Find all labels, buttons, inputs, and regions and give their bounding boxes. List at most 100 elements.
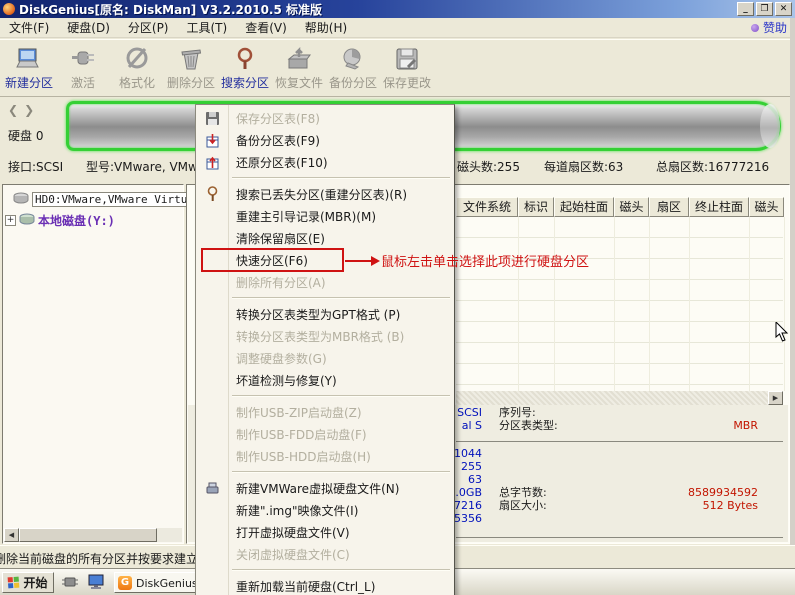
- menu-item-label: 制作USB-HDD启动盘(H): [236, 449, 371, 464]
- menu-partition[interactable]: 分区(P): [119, 19, 178, 37]
- menu-item-label: 还原分区表(F10): [236, 155, 328, 170]
- column-header-end-cylinder[interactable]: 终止柱面: [689, 197, 749, 217]
- annotation-callout: 鼠标左击单击选择此项进行硬盘分区: [345, 251, 589, 270]
- close-button[interactable]: ✕: [775, 2, 792, 16]
- column-header-filesystem[interactable]: 文件系统: [456, 197, 518, 217]
- sponsor-link[interactable]: 赞助: [763, 19, 787, 36]
- column-header-head2[interactable]: 磁头: [749, 197, 784, 217]
- toolbar-button-search-partition[interactable]: 搜索分区: [218, 41, 272, 95]
- restore-button[interactable]: ❐: [756, 2, 773, 16]
- menu-item-open-vhd[interactable]: 打开虚拟硬盘文件(V): [196, 521, 454, 543]
- start-button[interactable]: 开始: [2, 572, 54, 593]
- toolbar-button-save-changes[interactable]: 保存更改: [380, 41, 434, 95]
- next-disk-arrow[interactable]: ❯: [24, 103, 40, 117]
- new-partition-icon: [15, 46, 43, 72]
- menu-item-label: 转换分区表类型为MBR格式 (B): [236, 329, 405, 344]
- menu-item-backup-partition-table[interactable]: 备份分区表(F9): [196, 129, 454, 151]
- window-title: DiskGenius[原名: DiskMan] V3.2.2010.5 标准版: [19, 2, 323, 17]
- minimize-button[interactable]: _: [737, 2, 754, 16]
- format-icon: [123, 46, 151, 72]
- disk-context-menu: 保存分区表(F8) 备份分区表(F9) 还原分区表(F10) 搜索已丢失分区(重…: [195, 104, 455, 595]
- highlight-rectangle: [201, 248, 344, 272]
- scroll-left-arrow[interactable]: ◀: [4, 528, 19, 542]
- table-horizontal-scrollbar[interactable]: ▶: [456, 391, 783, 405]
- menu-item-rebuild-mbr[interactable]: 重建主引导记录(MBR)(M): [196, 205, 454, 227]
- menu-item-reload-disk[interactable]: 重新加载当前硬盘(Ctrl_L): [196, 575, 454, 595]
- annotation-arrow-line: [345, 259, 371, 262]
- menu-disk[interactable]: 硬盘(D): [58, 19, 119, 37]
- column-header-flag[interactable]: 标识: [518, 197, 554, 217]
- menu-separator: [196, 293, 454, 303]
- backup-table-icon: [202, 131, 222, 149]
- menu-item-make-usb-hdd[interactable]: 制作USB-HDD启动盘(H): [196, 445, 454, 467]
- tree-item-local-disk-y[interactable]: + 本地磁盘(Y:): [5, 212, 115, 229]
- menu-view[interactable]: 查看(V): [236, 19, 296, 37]
- menu-item-delete-all-partitions[interactable]: 删除所有分区(A): [196, 271, 454, 293]
- menu-item-label: 删除所有分区(A): [236, 275, 326, 290]
- quicklaunch-desktop-icon[interactable]: [86, 572, 106, 592]
- menu-item-label: 新建VMWare虚拟硬盘文件(N): [236, 481, 400, 496]
- menu-item-label: 重建主引导记录(MBR)(M): [236, 209, 377, 224]
- menu-file[interactable]: 文件(F): [0, 19, 58, 37]
- scrollbar-thumb[interactable]: [19, 528, 157, 542]
- column-header-sector[interactable]: 扇区: [649, 197, 689, 217]
- start-label: 开始: [23, 576, 48, 590]
- detail-row: 7216 扇区大小: 512 Bytes: [454, 499, 758, 512]
- statusbar-text: 删除当前磁盘的所有分区并按要求建立: [0, 552, 199, 566]
- toolbar-button-backup-partition[interactable]: 备份分区: [326, 41, 380, 95]
- menu-item-clear-reserved-sectors[interactable]: 清除保留扇区(E): [196, 227, 454, 249]
- menu-item-new-vmware-vhd[interactable]: 新建VMWare虚拟硬盘文件(N): [196, 477, 454, 499]
- diskgenius-logo-icon: G: [118, 575, 132, 590]
- toolbar-button-new-partition[interactable]: 新建分区: [2, 41, 56, 95]
- menu-help[interactable]: 帮助(H): [296, 19, 356, 37]
- column-header-head[interactable]: 磁头: [614, 197, 649, 217]
- menu-item-convert-to-mbr[interactable]: 转换分区表类型为MBR格式 (B): [196, 325, 454, 347]
- menu-item-convert-to-gpt[interactable]: 转换分区表类型为GPT格式 (P): [196, 303, 454, 325]
- column-header-start-cylinder[interactable]: 起始柱面: [554, 197, 614, 217]
- detail-row: .0GB 总字节数: 8589934592: [455, 486, 758, 499]
- detail-row: 255: [461, 460, 482, 473]
- toolbar-button-activate[interactable]: 激活: [56, 41, 110, 95]
- menu-item-new-img-file[interactable]: 新建".img"映像文件(I): [196, 499, 454, 521]
- sidebar-horizontal-scrollbar[interactable]: ◀: [4, 528, 182, 542]
- menu-item-bad-track-check[interactable]: 坏道检测与修复(Y): [196, 369, 454, 391]
- menu-item-adjust-disk-params[interactable]: 调整硬盘参数(G): [196, 347, 454, 369]
- app-icon: [3, 3, 15, 15]
- menu-separator: [196, 565, 454, 575]
- scroll-right-arrow[interactable]: ▶: [768, 391, 783, 405]
- search-partition-icon: [231, 46, 259, 72]
- search-lost-icon: [202, 185, 222, 203]
- menu-item-label: 制作USB-ZIP启动盘(Z): [236, 405, 362, 420]
- menu-item-label: 备份分区表(F9): [236, 133, 320, 148]
- partition-table-body: [456, 217, 783, 391]
- prev-disk-arrow[interactable]: ❮: [8, 103, 24, 117]
- tree-item-label: HD0:VMware,VMware Virtual: [32, 192, 204, 207]
- menu-item-label: 制作USB-FDD启动盘(F): [236, 427, 367, 442]
- diskgenius-window: DiskGenius[原名: DiskMan] V3.2.2010.5 标准版 …: [0, 0, 795, 595]
- expand-plus-icon[interactable]: +: [5, 215, 16, 226]
- menu-item-restore-partition-table[interactable]: 还原分区表(F10): [196, 151, 454, 173]
- menu-item-make-usb-fdd[interactable]: 制作USB-FDD启动盘(F): [196, 423, 454, 445]
- menu-item-label: 搜索已丢失分区(重建分区表)(R): [236, 187, 408, 202]
- recover-files-icon: [285, 46, 313, 72]
- disk-icon: [19, 213, 35, 228]
- menu-tools[interactable]: 工具(T): [178, 19, 237, 37]
- detail-row: SCSI 序列号:: [457, 406, 536, 419]
- toolbar-button-format[interactable]: 格式化: [110, 41, 164, 95]
- toolbar-button-recover-files[interactable]: 恢复文件: [272, 41, 326, 95]
- disk-tree-panel: HD0:VMware,VMware Virtual + 本地磁盘(Y:) ◀: [2, 184, 204, 544]
- menu-item-make-usb-zip[interactable]: 制作USB-ZIP启动盘(Z): [196, 401, 454, 423]
- save-icon: [202, 109, 222, 127]
- toolbar-button-delete-partition[interactable]: 删除分区: [164, 41, 218, 95]
- quicklaunch-chip-icon[interactable]: [60, 572, 80, 592]
- menu-item-close-vhd[interactable]: 关闭虚拟硬盘文件(C): [196, 543, 454, 565]
- window-right-border: [790, 18, 795, 568]
- menu-item-search-lost-partitions[interactable]: 搜索已丢失分区(重建分区表)(R): [196, 183, 454, 205]
- tree-item-hd0[interactable]: HD0:VMware,VMware Virtual: [13, 192, 204, 207]
- menu-separator: [196, 467, 454, 477]
- menu-item-save-partition-table[interactable]: 保存分区表(F8): [196, 107, 454, 129]
- detail-row: al S 分区表类型: MBR: [461, 419, 758, 432]
- menu-item-label: 保存分区表(F8): [236, 111, 320, 126]
- details-separator: [456, 537, 783, 538]
- activate-icon: [69, 46, 97, 72]
